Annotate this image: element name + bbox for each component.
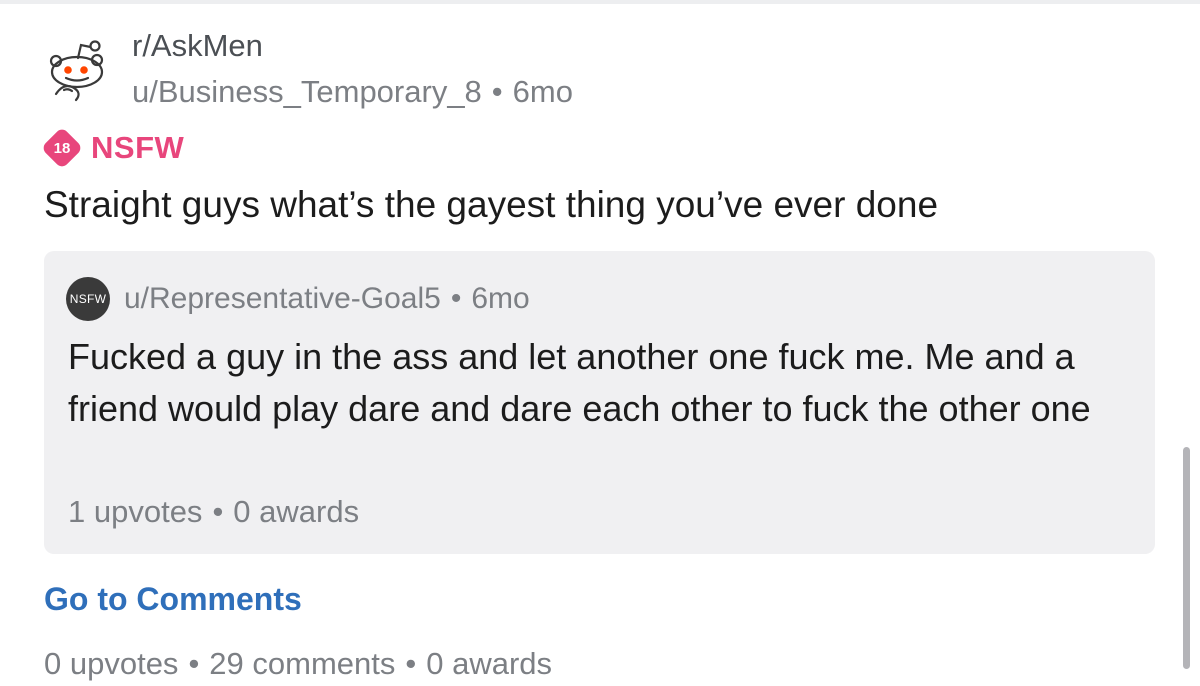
snoo-thinking-icon[interactable] [44,38,108,102]
nsfw-18-badge-icon: 18 [40,126,84,170]
post-awards: 0 awards [426,646,553,681]
stats-separator: • [212,494,224,529]
post-stats: 0 upvotes • 29 comments • 0 awards [44,642,552,686]
meta-separator: • [491,74,503,109]
scrollbar[interactable] [1183,447,1190,669]
post-title[interactable]: Straight guys what’s the gayest thing yo… [44,180,938,230]
post-age: 6mo [512,74,573,109]
nsfw-tag: 18 NSFW [40,126,185,170]
comment-card[interactable]: NSFW u/Representative-Goal5 • 6mo Fucked a… [44,251,1155,554]
stats-separator: • [188,646,200,681]
comment-body: Fucked a guy in the ass and let another … [68,336,1091,429]
comment-stats: 1 upvotes • 0 awards [68,490,359,534]
meta-separator: • [450,282,462,315]
go-to-comments-link[interactable]: Go to Comments [44,577,302,621]
top-divider [0,0,1200,4]
post-upvotes: 0 upvotes [44,646,179,681]
subreddit-name[interactable]: r/AskMen [132,26,573,66]
comment-awards: 0 awards [233,494,360,529]
post-header: r/AskMen u/Business_Temporary_8 • 6mo [132,26,573,114]
post-comment-count[interactable]: 29 comments [209,646,395,681]
comment-meta: u/Representative-Goal5 • 6mo [124,277,530,321]
post-author[interactable]: u/Business_Temporary_8 [132,74,482,109]
stats-separator: • [405,646,417,681]
commenter-avatar[interactable]: NSFW [66,277,110,321]
comment-upvotes: 1 upvotes [68,494,203,529]
comment-author[interactable]: u/Representative-Goal5 [124,282,441,315]
nsfw-label: NSFW [91,130,185,165]
comment-age: 6mo [471,282,530,315]
post-meta: u/Business_Temporary_8 • 6mo [132,70,573,114]
